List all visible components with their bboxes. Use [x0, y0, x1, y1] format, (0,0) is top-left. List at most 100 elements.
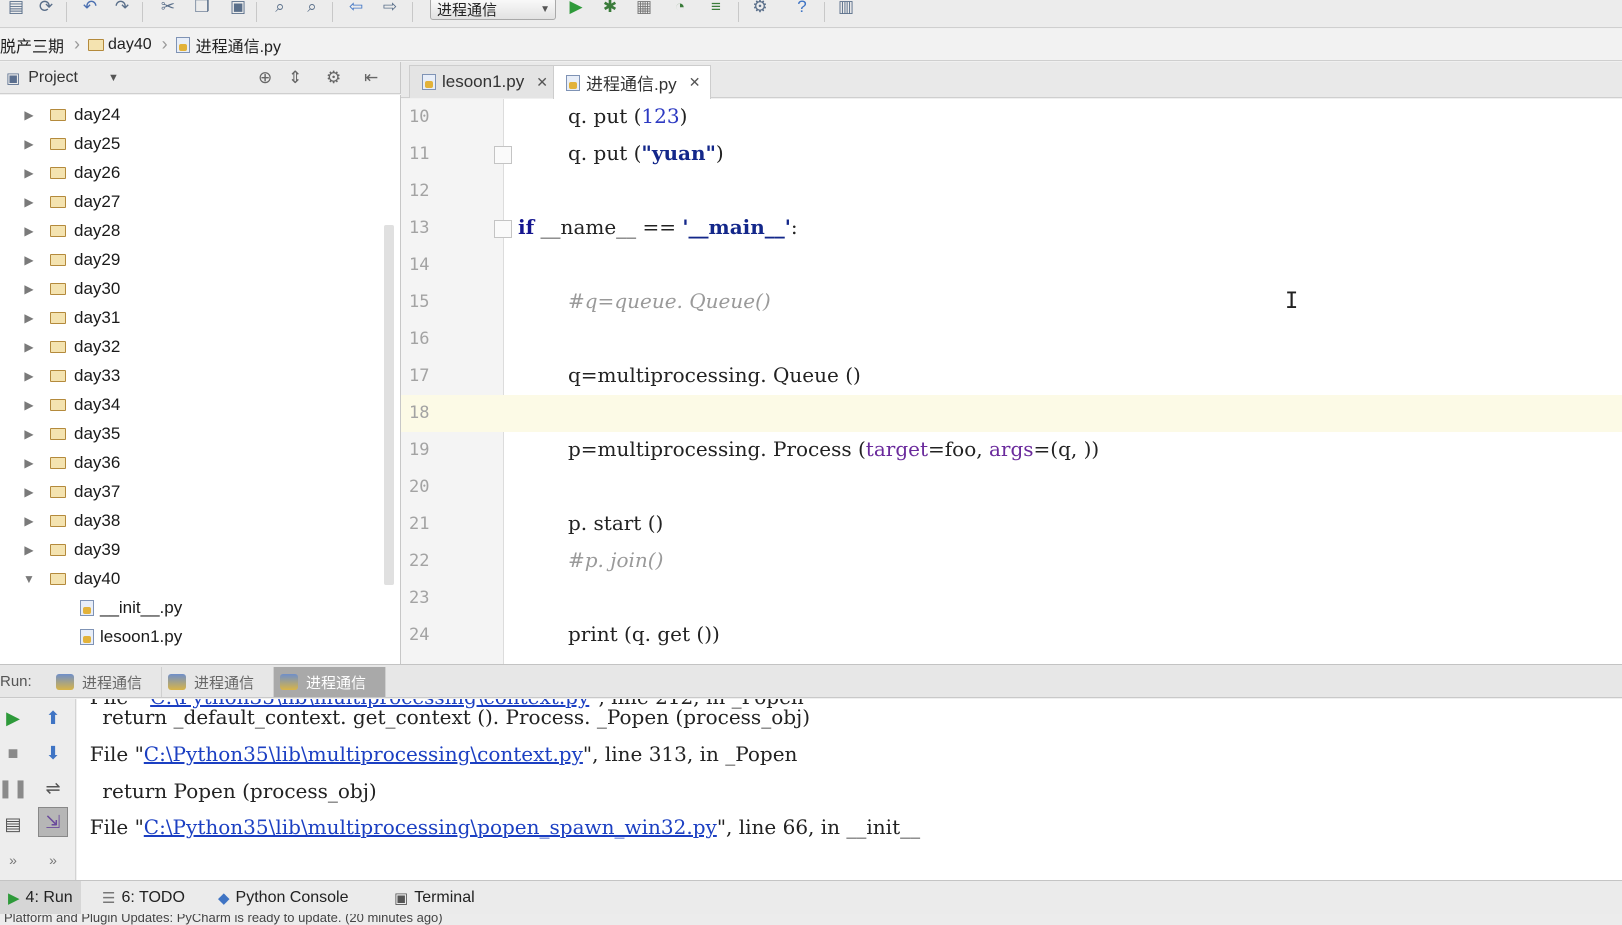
sdk-icon[interactable]: ▥	[834, 0, 858, 18]
tree-file[interactable]: lesoon1.py	[0, 622, 182, 651]
coverage-icon[interactable]: ▦	[632, 0, 656, 18]
todo-tool-button[interactable]: ☰ 6: TODO	[94, 881, 193, 915]
back-icon[interactable]: ⇦	[344, 0, 368, 18]
tree-folder-day26[interactable]: ▶ day26	[0, 158, 120, 187]
more-icon[interactable]: »	[40, 847, 66, 873]
rerun-icon[interactable]: ▶	[0, 705, 26, 731]
soft-wrap-icon[interactable]: ⇌	[40, 775, 66, 801]
tree-folder-day34[interactable]: ▶ day34	[0, 390, 120, 419]
run-configuration-select[interactable]: 进程通信 ▼	[430, 0, 556, 20]
redo-icon[interactable]: ↷	[110, 0, 134, 18]
line-number-row: 20	[401, 469, 1622, 506]
folder-icon	[50, 456, 66, 469]
python-console-button[interactable]: ◆ Python Console	[210, 881, 357, 915]
line-number-row: 12	[401, 173, 1622, 210]
arrow-down-icon[interactable]: ⬇	[40, 740, 66, 766]
replace-icon[interactable]: ⌕	[300, 0, 324, 18]
debug-icon[interactable]: ✱	[598, 0, 622, 18]
code-line: if __name__ == '__main__':	[518, 215, 798, 239]
gear-icon[interactable]: ⚙	[326, 68, 341, 88]
tree-folder-day32[interactable]: ▶ day32	[0, 332, 120, 361]
tree-folder-day24[interactable]: ▶ day24	[0, 100, 120, 129]
stop-icon[interactable]: ■	[0, 740, 26, 766]
text-cursor-icon: I	[1285, 289, 1299, 314]
code-line: p. start ()	[568, 511, 664, 535]
folder-icon	[50, 224, 66, 237]
project-view-selector[interactable]: ▣ Project ▼	[6, 69, 119, 87]
tree-scrollbar[interactable]	[384, 225, 394, 585]
fold-marker-icon[interactable]	[494, 146, 512, 164]
tree-folder-day37[interactable]: ▶ day37	[0, 477, 120, 506]
run-tab-3[interactable]: 进程通信	[274, 667, 386, 697]
console-file-link[interactable]: C:\Python35\lib\multiprocessing\popen_sp…	[144, 815, 717, 839]
run-tool-button[interactable]: ▶ 4: Run	[0, 881, 81, 915]
line-number-row: 16	[401, 321, 1622, 358]
pause-icon[interactable]: ❚❚	[0, 775, 28, 801]
run-tab-2[interactable]: 进程通信	[162, 667, 274, 697]
tree-folder-day28[interactable]: ▶ day28	[0, 216, 120, 245]
locate-icon[interactable]: ⊕	[258, 68, 272, 88]
console-line: File "C:\Python35\lib\multiprocessing\po…	[77, 815, 921, 839]
code-editor[interactable]: 10 11 12 13 14 15 16 17 18 19 20 21 22 23 24 q. put (1…	[401, 99, 1622, 664]
terminal-button[interactable]: ▣ Terminal	[386, 881, 483, 915]
chevron-right-icon: ▶	[24, 165, 34, 180]
arrow-up-icon[interactable]: ⬆	[40, 705, 66, 731]
tree-folder-day30[interactable]: ▶ day30	[0, 274, 120, 303]
chevron-right-icon: ▶	[24, 310, 34, 325]
folder-icon	[50, 485, 66, 498]
chevron-right-icon: ▶	[24, 542, 34, 557]
tab-lesoon1[interactable]: lesoon1.py ✕	[409, 65, 559, 98]
hide-panel-icon[interactable]: ⇤	[364, 68, 378, 88]
code-line: #p. join()	[568, 548, 664, 572]
layout-icon[interactable]: ▤	[0, 811, 26, 837]
tree-folder-day38[interactable]: ▶ day38	[0, 506, 120, 535]
tree-folder-day36[interactable]: ▶ day36	[0, 448, 120, 477]
python-run-icon	[56, 674, 74, 690]
close-icon[interactable]: ✕	[689, 74, 701, 91]
chevron-right-icon: ▶	[24, 194, 34, 209]
run-console[interactable]: File "C:\Python35\lib\multiprocessing\co…	[77, 699, 1622, 880]
fold-marker-icon[interactable]	[494, 220, 512, 238]
folder-icon	[50, 369, 66, 382]
todo-icon: ☰	[102, 890, 116, 907]
run-toolbar: ▶ ⬆ ■ ⬇ ❚❚ ⇌ ▤ ⇲ » »	[0, 699, 76, 880]
undo-icon[interactable]: ↶	[78, 0, 102, 18]
folder-icon	[50, 195, 66, 208]
forward-icon[interactable]: ⇨	[378, 0, 402, 18]
python-run-icon	[168, 674, 186, 690]
sync-icon[interactable]: ⟳	[34, 0, 58, 18]
breadcrumb-file[interactable]: 进程通信.py	[175, 29, 289, 61]
tree-folder-day39[interactable]: ▶ day39	[0, 535, 120, 564]
save-icon[interactable]: ▤	[4, 0, 28, 18]
scroll-to-end-icon[interactable]: ⇲	[38, 807, 68, 837]
collapse-all-icon[interactable]: ⇕	[288, 68, 302, 88]
tree-folder-day33[interactable]: ▶ day33	[0, 361, 120, 390]
tree-folder-open[interactable]: ▼ day40	[0, 564, 120, 593]
cut-icon[interactable]: ✂	[156, 0, 180, 18]
folder-icon	[50, 282, 66, 295]
folder-icon	[50, 311, 66, 324]
run-tab-1[interactable]: 进程通信	[50, 667, 162, 697]
tree-folder-day25[interactable]: ▶ day25	[0, 129, 120, 158]
tree-file[interactable]: __init__.py	[0, 593, 182, 622]
run-icon[interactable]: ▶	[564, 0, 588, 18]
breadcrumb-folder[interactable]: day40	[88, 29, 160, 61]
breadcrumb-project[interactable]: 脱产三期	[0, 29, 72, 61]
profile-icon[interactable]: ◔	[668, 0, 692, 18]
copy-icon[interactable]: ❐	[190, 0, 214, 18]
help-icon[interactable]: ?	[790, 0, 814, 18]
settings-icon[interactable]: ⚙	[748, 0, 772, 18]
paste-icon[interactable]: ▣	[226, 0, 250, 18]
close-icon[interactable]: ✕	[536, 74, 548, 91]
console-file-link[interactable]: C:\Python35\lib\multiprocessing\context.…	[144, 742, 583, 766]
find-icon[interactable]: ⌕	[268, 0, 292, 18]
tree-folder-day29[interactable]: ▶ day29	[0, 245, 120, 274]
chevron-right-icon: ›	[161, 34, 168, 54]
tool-window-bar: ▶ 4: Run ☰ 6: TODO ◆ Python Console ▣ Te…	[0, 880, 1622, 915]
concurrency-icon[interactable]: ≡	[704, 0, 728, 18]
tree-folder-day35[interactable]: ▶ day35	[0, 419, 120, 448]
tree-folder-day27[interactable]: ▶ day27	[0, 187, 120, 216]
tree-folder-day31[interactable]: ▶ day31	[0, 303, 120, 332]
tab-process-communication[interactable]: 进程通信.py ✕	[553, 65, 712, 99]
more-icon[interactable]: »	[0, 847, 26, 873]
